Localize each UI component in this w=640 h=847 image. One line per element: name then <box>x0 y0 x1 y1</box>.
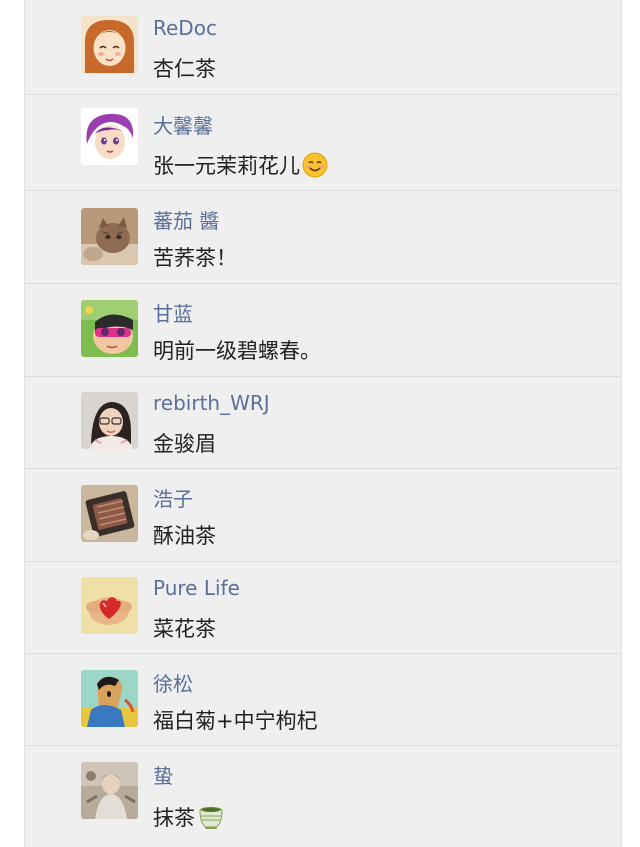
green-tea-emoji <box>197 804 225 835</box>
commenter-name[interactable]: 甘蓝 <box>153 298 193 327</box>
avatar[interactable] <box>81 577 138 634</box>
comment-text: 菜花茶 <box>153 617 216 641</box>
avatar[interactable] <box>81 392 138 449</box>
commenter-name[interactable]: rebirth_WRJ <box>153 391 270 415</box>
comment-text: 抹茶 <box>153 806 195 830</box>
avatar[interactable] <box>81 108 138 165</box>
comment-item[interactable]: 蕃茄 醬 苦荞茶！ <box>25 191 621 284</box>
avatar[interactable] <box>81 670 138 727</box>
commenter-name[interactable]: 徐松 <box>153 668 193 697</box>
comment-item[interactable]: ReDoc 杏仁茶 <box>25 0 621 95</box>
avatar[interactable] <box>81 16 138 73</box>
commenter-name[interactable]: 蕃茄 醬 <box>153 205 219 234</box>
smiling-face-emoji <box>302 152 328 183</box>
comment-line: 抹茶 <box>153 802 225 835</box>
comment-item[interactable]: 甘蓝 明前一级碧螺春。 <box>25 284 621 377</box>
comment-text: 杏仁茶 <box>153 57 216 81</box>
comment-item[interactable]: 浩子 酥油茶 <box>25 469 621 562</box>
comment-text: 张一元茉莉花儿 <box>153 154 300 178</box>
comment-text: 酥油茶 <box>153 524 216 548</box>
commenter-name[interactable]: 蛰 <box>153 760 173 789</box>
comment-item[interactable]: Pure Life 菜花茶 <box>25 562 621 654</box>
comment-item[interactable]: 蛰 抹茶 <box>25 746 621 847</box>
avatar[interactable] <box>81 300 138 357</box>
avatar[interactable] <box>81 208 138 265</box>
comment-line: 张一元茉莉花儿 <box>153 150 328 183</box>
comment-item[interactable]: rebirth_WRJ 金骏眉 <box>25 377 621 469</box>
comment-item[interactable]: 徐松 福白菊+中宁枸杞 <box>25 654 621 746</box>
comment-item[interactable]: 大馨馨 张一元茉莉花儿 <box>25 95 621 191</box>
comment-list: ReDoc 杏仁茶 大馨馨 张一元茉莉花儿 蕃茄 醬 苦荞茶！ 甘蓝 明前一级碧… <box>24 0 622 847</box>
commenter-name[interactable]: ReDoc <box>153 16 217 40</box>
commenter-name[interactable]: Pure Life <box>153 576 240 600</box>
comment-text: 苦荞茶！ <box>153 246 237 270</box>
avatar[interactable] <box>81 485 138 542</box>
avatar[interactable] <box>81 762 138 819</box>
commenter-name[interactable]: 浩子 <box>153 483 193 512</box>
comment-text: 明前一级碧螺春。 <box>153 339 321 363</box>
comment-text: 福白菊+中宁枸杞 <box>153 709 318 733</box>
comment-text: 金骏眉 <box>153 432 216 456</box>
commenter-name[interactable]: 大馨馨 <box>153 110 213 139</box>
